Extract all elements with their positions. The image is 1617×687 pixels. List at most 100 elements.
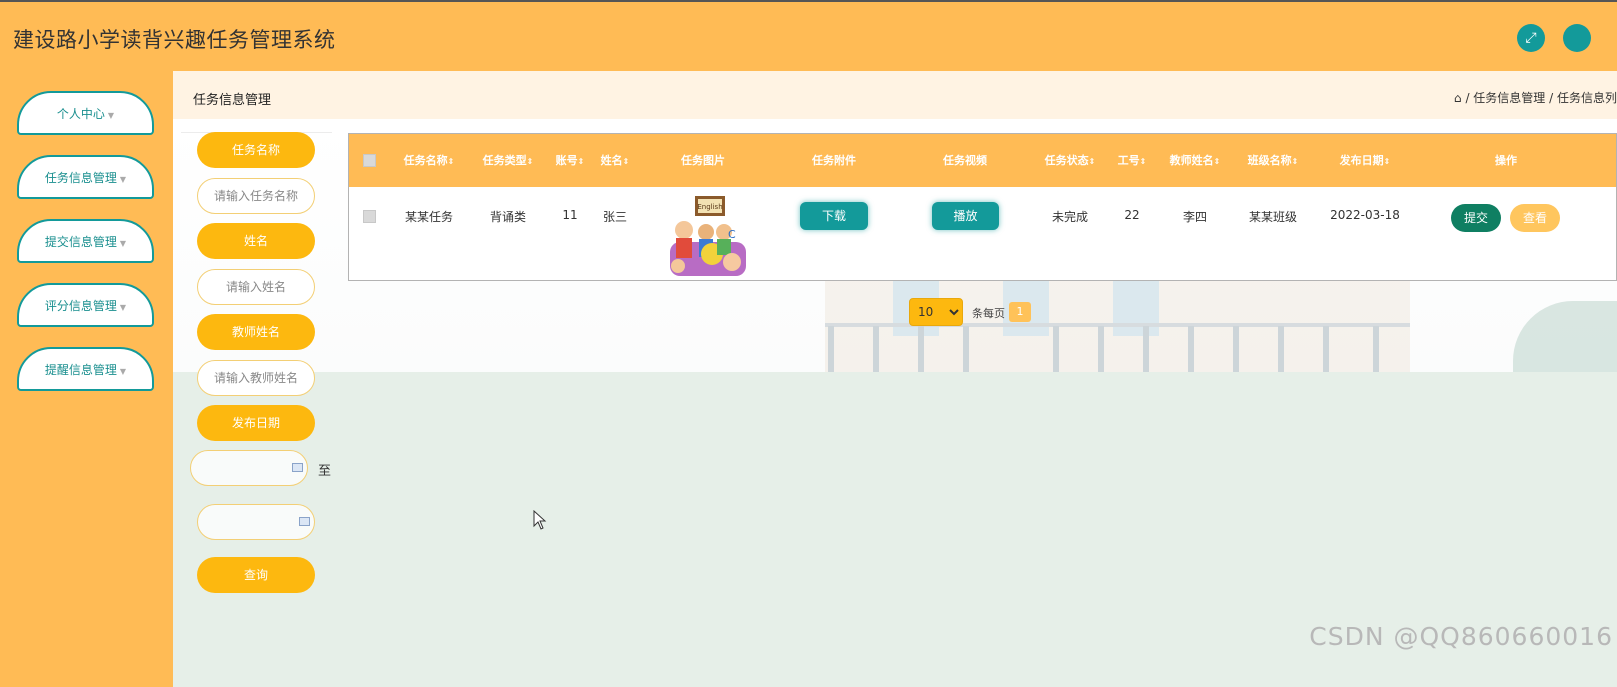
background-post: [963, 326, 969, 372]
sort-icon: ⇕: [526, 157, 534, 166]
cell-task-name: 某某任务: [404, 210, 454, 224]
sidebar: 个人中心 ▼ 任务信息管理 ▼ 提交信息管理 ▼ 评分信息管理 ▼ 提醒信息管理 ▼: [0, 71, 173, 687]
svg-text:C: C: [728, 228, 736, 241]
sort-icon: ⇕: [1291, 157, 1299, 166]
column-header-publish-date[interactable]: 发布日期⇕: [1340, 134, 1391, 187]
column-header-video: 任务视频: [943, 154, 987, 167]
page-size-select[interactable]: 10: [909, 298, 963, 326]
background-post: [918, 326, 924, 372]
task-image-illustration: English C: [662, 192, 746, 276]
submit-button[interactable]: 提交: [1451, 204, 1501, 232]
watermark: CSDN @QQ860660016: [1309, 622, 1613, 651]
background-post: [873, 326, 879, 372]
date-range-separator: 至: [318, 464, 332, 479]
sidebar-item-task-info[interactable]: 任务信息管理 ▼: [17, 155, 154, 199]
sort-icon: ⇕: [447, 157, 455, 166]
column-header-teacher-name[interactable]: 教师姓名⇕: [1170, 134, 1221, 187]
top-header: 建设路小学读背兴趣任务管理系统 ⤢: [0, 2, 1617, 71]
sidebar-item-label: 提醒信息管理: [44, 363, 117, 377]
sort-icon: ⇕: [1383, 157, 1391, 166]
cell-teacher-id: 22: [1124, 208, 1140, 222]
sort-icon: ⇕: [577, 157, 585, 166]
column-header-account[interactable]: 账号⇕: [556, 134, 585, 187]
play-video-button[interactable]: 播放: [932, 202, 999, 230]
teacher-name-input[interactable]: [197, 360, 315, 396]
breadcrumb-item[interactable]: 任务信息管理: [1473, 91, 1545, 105]
sidebar-item-profile[interactable]: 个人中心 ▼: [17, 91, 154, 135]
column-header-task-type[interactable]: 任务类型⇕: [483, 134, 534, 187]
sidebar-item-submission-info[interactable]: 提交信息管理 ▼: [17, 219, 154, 263]
cell-publish-date: 2022-03-18: [1330, 208, 1400, 222]
query-button[interactable]: 查询: [197, 557, 315, 593]
name-input[interactable]: [197, 269, 315, 305]
task-table: 任务名称⇕ 任务类型⇕ 账号⇕ 姓名⇕ 任务图片 任务附件 任务视频 任务状态⇕…: [348, 133, 1617, 281]
background-post: [1053, 326, 1059, 372]
app-title: 建设路小学读背兴趣任务管理系统: [13, 28, 336, 52]
calendar-icon[interactable]: [292, 463, 303, 472]
background-post: [1233, 326, 1239, 372]
publish-date-label: 发布日期: [197, 405, 315, 441]
cell-class-name: 某某班级: [1248, 210, 1298, 224]
cell-account: 11: [562, 208, 578, 222]
column-header-task-name[interactable]: 任务名称⇕: [404, 134, 455, 187]
sidebar-item-label: 个人中心: [56, 107, 105, 121]
sidebar-item-label: 提交信息管理: [44, 235, 117, 249]
column-header-attachment: 任务附件: [812, 154, 856, 167]
caret-down-icon: ▼: [119, 239, 127, 248]
calendar-icon[interactable]: [299, 517, 310, 526]
background-post: [828, 326, 834, 372]
caret-down-icon: ▼: [119, 303, 127, 312]
column-header-class-name[interactable]: 班级名称⇕: [1248, 134, 1299, 187]
background-hill: [1513, 301, 1617, 372]
background-post: [1188, 326, 1194, 372]
download-button[interactable]: 下载: [800, 202, 868, 230]
select-all-checkbox[interactable]: [363, 154, 376, 167]
mouse-cursor-icon: [533, 510, 547, 530]
column-header-teacher-id[interactable]: 工号⇕: [1118, 134, 1147, 187]
sort-icon: ⇕: [1088, 157, 1096, 166]
name-label: 姓名: [197, 223, 315, 259]
background-post: [1323, 326, 1329, 372]
svg-text:English: English: [697, 203, 722, 211]
user-icon[interactable]: [1563, 24, 1591, 52]
home-icon[interactable]: ⌂: [1454, 91, 1462, 105]
cell-status: 未完成: [1051, 210, 1089, 224]
page-number-current[interactable]: 1: [1009, 302, 1031, 322]
teacher-name-label: 教师姓名: [197, 314, 315, 350]
per-page-label: 条每页: [972, 307, 1005, 320]
column-header-actions: 操作: [1495, 154, 1517, 167]
column-header-status[interactable]: 任务状态⇕: [1045, 134, 1096, 187]
page-title: 任务信息管理: [193, 93, 272, 108]
background-window: [1113, 276, 1159, 336]
background-post: [1278, 326, 1284, 372]
date-end-input[interactable]: [197, 504, 315, 540]
caret-down-icon: ▼: [119, 175, 127, 184]
task-name-label: 任务名称: [197, 132, 315, 168]
breadcrumb: ⌂ / 任务信息管理 / 任务信息列: [1453, 91, 1617, 105]
background-post: [1098, 326, 1104, 372]
sidebar-item-score-info[interactable]: 评分信息管理 ▼: [17, 283, 154, 327]
expand-icon[interactable]: ⤢: [1517, 24, 1545, 52]
sidebar-item-label: 任务信息管理: [44, 171, 117, 185]
background-post: [1143, 326, 1149, 372]
row-checkbox[interactable]: [363, 210, 376, 223]
sort-icon: ⇕: [622, 157, 630, 166]
cell-name: 张三: [602, 210, 628, 224]
breadcrumb-item-current: 任务信息列: [1556, 91, 1617, 105]
column-header-name[interactable]: 姓名⇕: [601, 134, 630, 187]
caret-down-icon: ▼: [119, 367, 127, 376]
sidebar-item-reminder-info[interactable]: 提醒信息管理 ▼: [17, 347, 154, 391]
task-image-thumbnail[interactable]: English C: [662, 192, 746, 276]
view-button[interactable]: 查看: [1510, 204, 1560, 232]
column-header-task-image: 任务图片: [681, 154, 725, 167]
date-start-input[interactable]: [190, 450, 308, 486]
main-content: 任务信息管理 ⌂/ 任务信息管理 / 任务信息列 任务名称 姓名 教师姓名 发布…: [173, 71, 1617, 687]
background-post: [1373, 326, 1379, 372]
cell-teacher-name: 李四: [1182, 210, 1208, 224]
table-header: 任务名称⇕ 任务类型⇕ 账号⇕ 姓名⇕ 任务图片 任务附件 任务视频 任务状态⇕…: [349, 134, 1616, 187]
task-name-input[interactable]: [197, 178, 315, 214]
sort-icon: ⇕: [1213, 157, 1221, 166]
sidebar-item-label: 评分信息管理: [44, 299, 117, 313]
sort-icon: ⇕: [1139, 157, 1147, 166]
caret-down-icon: ▼: [107, 111, 115, 120]
